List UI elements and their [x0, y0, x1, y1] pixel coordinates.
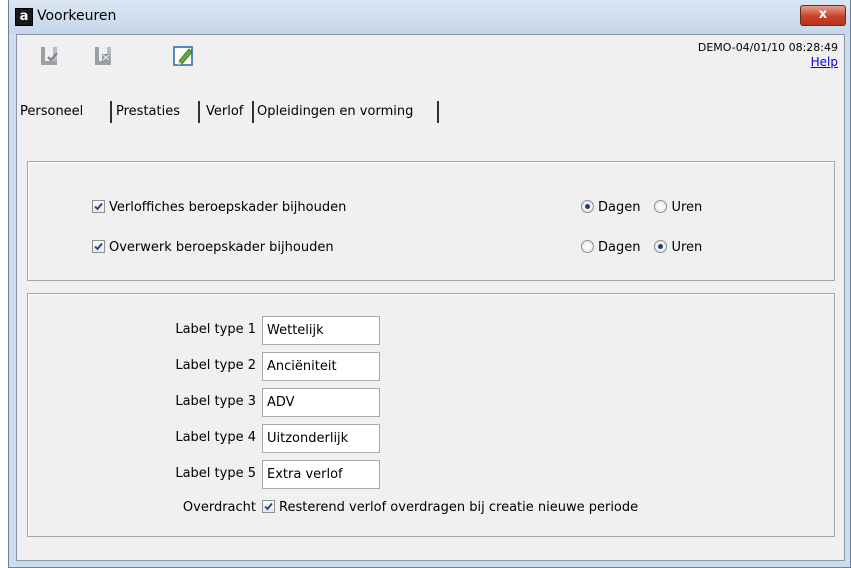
verloffiches-radio-dagen[interactable]: Dagen: [581, 198, 640, 218]
label-type-2-label: Label type 2: [175, 358, 256, 373]
checkmark-icon: [94, 202, 103, 211]
preferences-window: a Voorkeuren x DEMO-04/01/10 08:28:49 He…: [8, 0, 851, 568]
label-type-2-input[interactable]: Anciëniteit: [262, 352, 380, 381]
label-type-4-label: Label type 4: [175, 430, 256, 445]
overwerk-checkbox[interactable]: [92, 240, 105, 253]
save-check-icon: [41, 47, 58, 65]
title-bar[interactable]: a Voorkeuren x: [9, 0, 850, 34]
verloffiches-checkbox[interactable]: [92, 200, 105, 213]
radio-unselected-icon[interactable]: [581, 240, 594, 253]
save-cancel-icon: [95, 47, 111, 65]
verloffiches-setting[interactable]: Verloffiches beroepskader bijhouden: [92, 198, 346, 218]
checkmark-icon: [94, 242, 103, 251]
close-button[interactable]: x: [800, 5, 846, 26]
edit-pencil-icon: [173, 46, 193, 66]
tab-opleidingen-en-vorming[interactable]: Opleidingen en vorming: [255, 101, 439, 123]
label-type-3-input[interactable]: ADV: [262, 388, 380, 417]
verloffiches-label: Verloffiches beroepskader bijhouden: [109, 200, 347, 215]
toolbar: DEMO-04/01/10 08:28:49 Help: [17, 35, 844, 77]
label-type-1-input[interactable]: Wettelijk: [262, 316, 380, 345]
window-title: Voorkeuren: [37, 8, 117, 24]
overwerk-setting[interactable]: Overwerk beroepskader bijhouden: [92, 238, 334, 258]
label-type-5-label: Label type 5: [175, 466, 256, 481]
tab-verlof[interactable]: Verlof: [204, 101, 254, 123]
verloffiches-radio-uren[interactable]: Uren: [654, 198, 702, 218]
overdracht-checkbox[interactable]: [262, 500, 275, 513]
help-link[interactable]: Help: [811, 55, 838, 69]
radio-selected-icon[interactable]: [654, 240, 668, 253]
label-types-group: Label type 1 Wettelijk Label type 2 Anci…: [27, 293, 835, 537]
overwerk-unit-radio-group: Dagen Uren: [581, 238, 716, 258]
overdracht-checkbox-label: Resterend verlof overdragen bij creatie …: [279, 500, 639, 515]
label-type-5-input[interactable]: Extra verlof: [262, 460, 380, 489]
tab-personeel[interactable]: Personeel: [18, 101, 112, 123]
app-logo-icon: a: [15, 8, 33, 26]
edit-button[interactable]: [171, 43, 197, 69]
overdracht-setting[interactable]: Resterend verlof overdragen bij creatie …: [262, 498, 638, 518]
overdracht-label: Overdracht: [182, 500, 256, 515]
verlof-tab-panel: Verloffiches beroepskader bijhouden Dage…: [17, 125, 844, 560]
overwerk-radio-dagen[interactable]: Dagen: [581, 238, 640, 258]
label-type-3-label: Label type 3: [175, 394, 256, 409]
label-type-4-input[interactable]: Uitzonderlijk: [262, 424, 380, 453]
label-type-1-label: Label type 1: [175, 322, 256, 337]
overwerk-label: Overwerk beroepskader bijhouden: [109, 240, 334, 255]
overwerk-radio-uren[interactable]: Uren: [654, 238, 702, 258]
radio-selected-icon[interactable]: [581, 200, 594, 213]
radio-unselected-icon[interactable]: [654, 200, 668, 213]
status-area: DEMO-04/01/10 08:28:49 Help: [698, 41, 838, 70]
cancel-save-button[interactable]: [93, 43, 119, 69]
session-timestamp: DEMO-04/01/10 08:28:49: [697, 41, 838, 54]
tracking-settings-group: Verloffiches beroepskader bijhouden Dage…: [27, 161, 835, 281]
verloffiches-unit-radio-group: Dagen Uren: [581, 198, 716, 218]
window-client-area: DEMO-04/01/10 08:28:49 Help Personeel Pr…: [16, 34, 845, 561]
checkmark-icon: [264, 502, 273, 511]
save-button[interactable]: [39, 43, 65, 69]
close-icon: x: [818, 7, 828, 22]
tab-prestaties[interactable]: Prestaties: [114, 101, 200, 123]
